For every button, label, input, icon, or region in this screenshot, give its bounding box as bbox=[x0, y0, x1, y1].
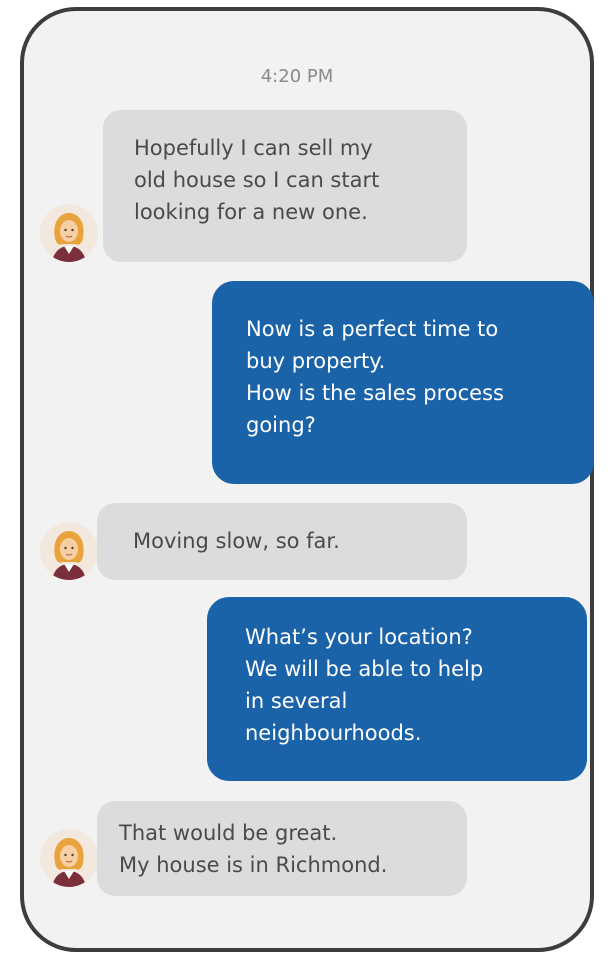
woman-avatar-icon bbox=[40, 522, 98, 580]
message-timestamp: 4:20 PM bbox=[260, 66, 334, 87]
woman-avatar-icon bbox=[40, 204, 98, 262]
message-bubble-incoming[interactable]: That would be great. My house is in Rich… bbox=[97, 801, 467, 896]
avatar-icon bbox=[40, 522, 98, 580]
message-bubble-incoming[interactable]: Moving slow, so far. bbox=[97, 503, 467, 580]
avatar-icon bbox=[40, 204, 98, 262]
message-bubble-outgoing[interactable]: What’s your location? We will be able to… bbox=[207, 597, 587, 781]
woman-avatar-icon bbox=[40, 829, 98, 887]
message-bubble-outgoing[interactable]: Now is a perfect time to buy property. H… bbox=[212, 281, 594, 484]
message-bubble-incoming[interactable]: Hopefully I can sell my old house so I c… bbox=[103, 110, 467, 262]
avatar-icon bbox=[40, 829, 98, 887]
